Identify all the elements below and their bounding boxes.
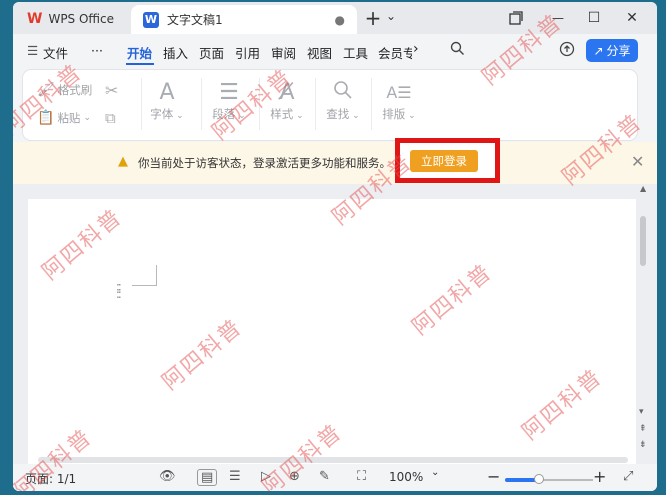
cut-button[interactable]: ✂ [105,81,118,100]
cloud-upload-icon[interactable] [559,41,575,60]
font-a-icon: A [159,80,175,105]
layout-icon: A☰ [386,83,412,102]
zoom-slider-knob[interactable] [534,474,544,484]
paste-label: 粘贴 [57,111,81,125]
margin-corner-marker [132,265,157,286]
zoom-out-button[interactable]: − [487,467,500,486]
search-icon [323,80,363,106]
page-indicator[interactable]: 页面: 1/1 [25,470,76,487]
active-tab-indicator [126,63,154,65]
zoom-dropdown-icon[interactable]: ⌄ [431,467,439,478]
layout-label: 排版 [382,107,406,121]
app-name: WPS Office [48,12,115,26]
styles-button[interactable]: A̸ 样式 ⌄ [267,80,307,122]
divider [259,78,260,130]
paragraph-label: 段落 [212,107,236,121]
guest-notice-bar: ▲ 你当前处于访客状态，登录激活更多功能和服务。 立即登录 ✕ [13,138,657,184]
tab-dropdown-icon[interactable]: ⌄ [385,4,397,28]
unsaved-dot-icon[interactable]: ● [335,13,345,27]
share-icon: ↗ [593,43,604,58]
guest-notice-text: 你当前处于访客状态，登录激活更多功能和服务。 [138,156,391,170]
maximize-button[interactable]: ☐ [583,6,605,30]
menu-bar: ☰ 文件 ··· 开始 插入 页面 引用 审阅 视图 工具 会员专 › ↗ 分享 [13,34,657,68]
status-bar: 页面: 1/1 👁 ▤ ☰ ▷ ⊕ ✎ ⛶ 100% ⌄ − + ⤢ [13,466,657,491]
document-area: ⁚⁚ ⁚⁚ [13,184,657,464]
play-icon[interactable]: ▷ [261,469,271,484]
zoom-in-button[interactable]: + [593,467,606,486]
tab-references[interactable]: 引用 [235,43,260,62]
divider [141,78,142,130]
next-page-icon[interactable]: ⇟ [639,440,647,450]
wps-window: W WPS Office W 文字文稿1 ● + ⌄ — ☐ ✕ ☰ 文件 ··… [13,2,657,491]
page-view-icon[interactable]: ▤ [197,469,218,486]
warning-icon: ▲ [118,154,128,169]
app-tab[interactable]: W WPS Office [17,6,127,32]
divider [371,78,372,130]
font-button[interactable]: A 字体 ⌄ [147,80,187,122]
menu-file[interactable]: 文件 [43,43,68,62]
paragraph-icon: ☰ [219,80,239,105]
document-page[interactable]: ⁚⁚ ⁚⁚ [28,199,636,464]
format-painter-label: 格式刷 [57,83,93,97]
scroll-up-icon[interactable]: ▲ [640,184,646,193]
find-label: 查找 [326,107,350,121]
format-painter-button[interactable]: 🖌 格式刷 [37,82,92,98]
hamburger-icon[interactable]: ☰ [27,43,38,58]
copy-icon: ⧉ [105,109,116,127]
find-button[interactable]: 查找 ⌄ [323,80,363,122]
brush-icon: 🖌 [37,82,55,98]
tab-list-icon[interactable] [505,6,527,30]
pen-icon[interactable]: ✎ [319,469,330,484]
layout-button[interactable]: A☰ 排版 ⌄ [379,80,419,122]
tab-tools[interactable]: 工具 [343,43,368,62]
outline-view-icon[interactable]: ☰ [229,469,241,484]
scissors-icon: ✂ [105,81,119,100]
writer-doc-icon: W [143,11,159,28]
chevron-down-icon: ⌄ [83,113,91,123]
menu-scroll-right-icon[interactable]: › [413,41,419,57]
close-notice-icon[interactable]: ✕ [631,152,644,171]
vertical-scroll-thumb[interactable] [640,216,646,266]
web-view-icon[interactable]: ⊕ [289,469,300,484]
copy-button[interactable]: ⧉ [105,109,116,127]
clipboard-icon: 📋 [37,110,55,126]
fit-page-icon[interactable]: ⛶ [357,469,366,484]
new-tab-button[interactable]: + [363,6,383,30]
close-button[interactable]: ✕ [621,6,643,30]
document-tab-title: 文字文稿1 [167,13,223,27]
search-icon[interactable] [450,41,465,59]
tab-home[interactable]: 开始 [127,43,152,62]
tab-review[interactable]: 审阅 [271,43,296,62]
paragraph-button[interactable]: ☰ 段落 ⌄ [209,80,249,122]
zoom-level[interactable]: 100% [389,470,423,484]
tab-page[interactable]: 页面 [199,43,224,62]
prev-page-icon[interactable]: ⇞ [639,424,647,434]
paste-button[interactable]: 📋 粘贴 ⌄ [37,110,91,126]
eye-icon[interactable]: 👁 [159,469,176,484]
fullscreen-icon[interactable]: ⤢ [623,469,633,484]
divider [315,78,316,130]
wps-logo-icon: W [27,11,43,27]
scroll-down-icon[interactable]: ▾ [639,407,644,417]
divider [201,78,202,130]
tab-view[interactable]: 视图 [307,43,332,62]
minimize-button[interactable]: — [547,6,569,30]
login-button[interactable]: 立即登录 [410,150,478,172]
drag-handle-icon[interactable]: ⁚⁚ ⁚⁚ [116,283,121,300]
tab-member[interactable]: 会员专 [378,43,412,62]
horizontal-scrollbar[interactable] [38,457,628,463]
share-label: 分享 [606,44,631,58]
more-menu-icon[interactable]: ··· [91,43,103,58]
font-label: 字体 [150,107,174,121]
styles-icon: A̸ [279,80,295,105]
share-button[interactable]: ↗ 分享 [586,39,638,62]
ribbon-toolbar: 🖌 格式刷 ✂ 📋 粘贴 ⌄ ⧉ A 字体 ⌄ ☰ 段落 ⌄ A̸ 样式 ⌄ 查… [23,70,637,140]
document-tab[interactable]: W 文字文稿1 ● [131,5,357,34]
title-bar: W WPS Office W 文字文稿1 ● + ⌄ — ☐ ✕ [13,2,657,34]
tab-insert[interactable]: 插入 [163,43,188,62]
styles-label: 样式 [270,107,294,121]
